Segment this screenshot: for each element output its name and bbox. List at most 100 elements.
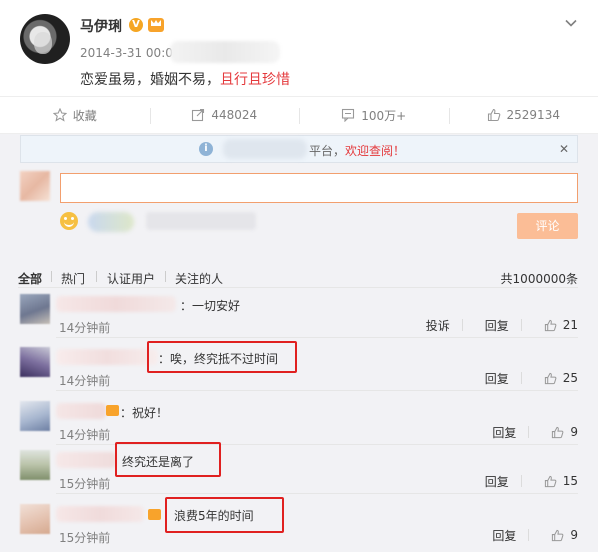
comment-like-count: 21 xyxy=(562,318,578,332)
thumbs-up-icon xyxy=(544,475,557,487)
thumbs-up-icon xyxy=(487,108,500,122)
favorite-label: 收藏 xyxy=(72,108,97,123)
comment-time: 14分钟前 xyxy=(59,428,111,442)
action-divider xyxy=(461,319,463,331)
comment-like-count: 9 xyxy=(570,528,578,542)
comment-time: 15分钟前 xyxy=(59,477,111,491)
like-button[interactable]: 2529134 xyxy=(448,97,598,133)
comment-input[interactable] xyxy=(60,173,578,203)
composer-option-text-blurred xyxy=(146,212,256,230)
composer-option-blurred[interactable] xyxy=(88,212,134,232)
star-icon xyxy=(52,108,67,122)
comment-time: 14分钟前 xyxy=(59,374,111,388)
post-action-bar: 收藏 448024 100万+ 2529134 xyxy=(0,96,598,134)
current-user-avatar[interactable] xyxy=(20,171,50,201)
post-source-blurred xyxy=(170,41,280,63)
comment-text: ：祝好！ xyxy=(120,406,169,420)
commenter-avatar[interactable] xyxy=(20,294,50,324)
vip-crown-icon xyxy=(106,405,119,416)
comment-actions: 回复 9 xyxy=(470,527,578,543)
weibo-post: 马伊琍 V 2014-3-31 00:07 恋爱虽易，婚姻不易，且行且珍惜 xyxy=(0,0,598,96)
thumbs-up-icon xyxy=(544,372,557,384)
emoji-icon[interactable] xyxy=(60,212,78,230)
comment-like-button[interactable]: 9 xyxy=(551,425,578,439)
reply-button[interactable]: 回复 xyxy=(492,527,516,544)
highlight-box xyxy=(165,497,284,533)
like-count: 2529134 xyxy=(506,108,560,122)
commenter-name-blurred[interactable] xyxy=(56,296,176,312)
reply-button[interactable]: 回复 xyxy=(485,317,509,334)
commenter-avatar[interactable] xyxy=(20,504,50,534)
favorite-button[interactable]: 收藏 xyxy=(0,97,150,133)
comment-like-button[interactable]: 25 xyxy=(544,371,578,385)
tab-following[interactable]: 关注的人 xyxy=(175,270,223,287)
thumbs-up-icon xyxy=(552,426,564,438)
reply-button[interactable]: 回复 xyxy=(485,473,509,490)
vip-crown-icon xyxy=(148,509,161,520)
comment-text: ：一切安好 xyxy=(180,299,241,313)
comment-button[interactable]: 100万+ xyxy=(299,97,449,133)
tab-all[interactable]: 全部 xyxy=(18,270,42,287)
comment-like-button[interactable]: 9 xyxy=(551,528,578,542)
post-text-main: 恋爱虽易，婚姻不易， xyxy=(80,72,220,88)
comment-like-count: 9 xyxy=(570,425,578,439)
comment-item: 浪费5年的时间 15分钟前 回复 9 xyxy=(20,504,578,552)
comment-divider xyxy=(56,493,578,494)
action-divider xyxy=(520,319,522,331)
close-icon[interactable]: ✕ xyxy=(559,142,569,156)
commenter-avatar[interactable] xyxy=(20,401,50,431)
action-divider xyxy=(520,372,522,384)
commenter-name-blurred[interactable] xyxy=(56,452,116,468)
highlight-box xyxy=(115,442,221,477)
commenter-name-blurred[interactable] xyxy=(56,349,158,365)
notice-link[interactable]: 欢迎查阅！ xyxy=(345,144,405,158)
notice-text-blurred xyxy=(223,139,307,159)
comment-like-button[interactable]: 21 xyxy=(544,318,578,332)
tab-hot[interactable]: 热门 xyxy=(61,270,85,287)
post-text: 恋爱虽易，婚姻不易，且行且珍惜 xyxy=(80,69,290,89)
repost-icon xyxy=(192,108,205,122)
comment-time: 14分钟前 xyxy=(59,321,111,335)
comment-filter-bar: 全部 热门 认证用户 关注的人 共1000000条 xyxy=(18,270,578,286)
reply-button[interactable]: 回复 xyxy=(492,424,516,441)
post-time[interactable]: 2014-3-31 00:07 xyxy=(80,46,181,60)
commenter-name-blurred[interactable] xyxy=(56,506,144,522)
tab-divider xyxy=(51,271,52,282)
comment-divider xyxy=(56,390,578,391)
thumbs-up-icon xyxy=(544,319,557,331)
comment-divider xyxy=(56,337,578,338)
comment-count: 100万+ xyxy=(361,108,407,123)
commenter-avatar[interactable] xyxy=(20,450,50,480)
comment-like-button[interactable]: 15 xyxy=(544,474,578,488)
filter-divider xyxy=(18,287,578,288)
comment-actions: 回复 25 xyxy=(463,370,578,386)
comment-item: 终究还是离了 15分钟前 回复 15 xyxy=(20,450,578,502)
tab-divider xyxy=(165,271,166,282)
tab-divider xyxy=(96,271,97,282)
report-button[interactable]: 投诉 xyxy=(426,317,450,334)
info-icon: i xyxy=(199,142,213,156)
comment-actions: 回复 9 xyxy=(470,424,578,440)
notice-text: 平台，欢迎查阅！ xyxy=(309,142,405,159)
author-name[interactable]: 马伊琍 xyxy=(80,16,122,36)
notice-text-tail: 平台， xyxy=(309,144,346,158)
commenter-avatar[interactable] xyxy=(20,347,50,377)
action-divider xyxy=(520,475,522,487)
verified-badge: V xyxy=(129,18,143,32)
comment-like-count: 15 xyxy=(562,474,578,488)
author-avatar[interactable] xyxy=(20,14,70,64)
comment-item: ：唉，终究抵不过时间 14分钟前 回复 25 xyxy=(20,347,578,399)
chevron-down-icon[interactable] xyxy=(564,16,578,30)
commenter-name-blurred[interactable] xyxy=(56,403,106,419)
submit-comment-button[interactable]: 评论 xyxy=(517,213,578,239)
action-divider xyxy=(528,426,530,438)
comment-like-count: 25 xyxy=(562,371,578,385)
tab-verified-users[interactable]: 认证用户 xyxy=(107,270,155,287)
repost-button[interactable]: 448024 xyxy=(149,97,300,133)
comment-icon xyxy=(342,108,355,122)
thumbs-up-icon xyxy=(552,529,564,541)
repost-count: 448024 xyxy=(211,108,258,122)
comment-item: ：一切安好 14分钟前 投诉 回复 21 xyxy=(20,294,578,346)
reply-button[interactable]: 回复 xyxy=(485,370,509,387)
vip-crown-icon xyxy=(148,18,164,32)
